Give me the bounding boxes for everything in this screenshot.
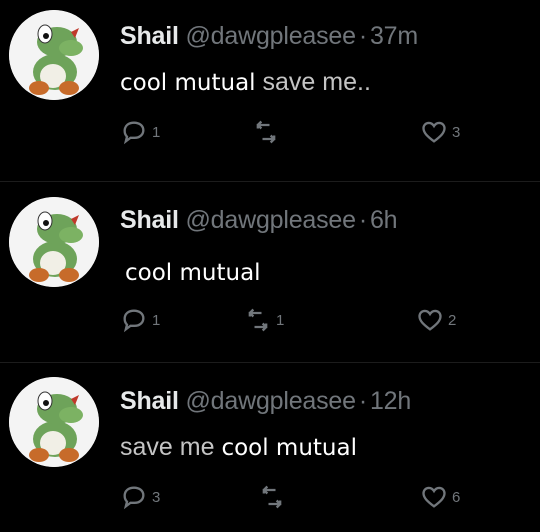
tweet-header: Shail @dawgpleasee · 12h — [120, 387, 411, 416]
avatar[interactable] — [9, 10, 99, 100]
tweet-text-part: cool mutual — [221, 435, 357, 461]
separator-dot: · — [358, 22, 367, 50]
tweet-header: Shail @dawgpleasee · 6h — [120, 206, 398, 235]
reply-count: 3 — [152, 488, 161, 506]
like-button[interactable]: 3 — [420, 118, 460, 146]
separator-dot: · — [358, 206, 367, 234]
heart-icon — [422, 486, 446, 508]
heart-icon — [418, 309, 442, 331]
user-handle[interactable]: @dawgpleasee — [186, 22, 357, 50]
retweet-icon — [262, 485, 282, 509]
tweet-text-part: save me.. — [262, 68, 371, 96]
reply-count: 1 — [152, 123, 161, 141]
timestamp[interactable]: 6h — [370, 206, 398, 234]
reply-button[interactable]: 1 — [120, 118, 160, 146]
display-name[interactable]: Shail — [120, 22, 179, 50]
tweet-text-part: cool mutual — [125, 260, 261, 286]
display-name[interactable]: Shail — [120, 206, 179, 234]
retweet-count: 1 — [276, 311, 285, 329]
retweet-icon — [248, 308, 268, 332]
separator-dot: · — [358, 387, 367, 415]
retweet-button[interactable] — [252, 118, 284, 146]
tweet-3[interactable]: Shail @dawgpleasee · 12h save me cool mutu… — [0, 362, 540, 532]
like-button[interactable]: 2 — [416, 306, 456, 334]
display-name[interactable]: Shail — [120, 387, 179, 415]
reply-button[interactable]: 3 — [120, 483, 160, 511]
reply-button[interactable]: 1 — [120, 306, 160, 334]
reply-count: 1 — [152, 311, 161, 329]
tweet-header: Shail @dawgpleasee · 37m — [120, 22, 418, 51]
reply-icon — [123, 121, 145, 145]
user-handle[interactable]: @dawgpleasee — [186, 206, 357, 234]
reply-icon — [123, 309, 145, 333]
tweet-text: cool mutual — [125, 258, 261, 287]
timestamp[interactable]: 37m — [370, 22, 418, 50]
retweet-button[interactable] — [258, 483, 290, 511]
tweet-text-part: cool mutual — [120, 70, 256, 96]
yoshi-plush-icon — [9, 10, 99, 100]
heart-icon — [422, 121, 446, 143]
avatar[interactable] — [9, 377, 99, 467]
tweet-text: save me cool mutual — [120, 433, 357, 462]
yoshi-plush-icon — [9, 377, 99, 467]
tweet-2[interactable]: Shail @dawgpleasee · 6h cool mutual 1 1 2 — [0, 181, 540, 362]
retweet-button[interactable]: 1 — [244, 306, 284, 334]
timestamp[interactable]: 12h — [370, 387, 411, 415]
like-count: 6 — [452, 488, 461, 506]
tweet-1[interactable]: Shail @dawgpleasee · 37m cool mutual save … — [0, 0, 540, 180]
like-count: 3 — [452, 123, 461, 141]
retweet-icon — [256, 120, 276, 144]
like-button[interactable]: 6 — [420, 483, 460, 511]
tweet-text: cool mutual save me.. — [120, 68, 371, 97]
user-handle[interactable]: @dawgpleasee — [186, 387, 357, 415]
avatar[interactable] — [9, 197, 99, 287]
yoshi-plush-icon — [9, 197, 99, 287]
tweet-text-part: save me — [120, 433, 215, 461]
like-count: 2 — [448, 311, 457, 329]
reply-icon — [123, 486, 145, 510]
